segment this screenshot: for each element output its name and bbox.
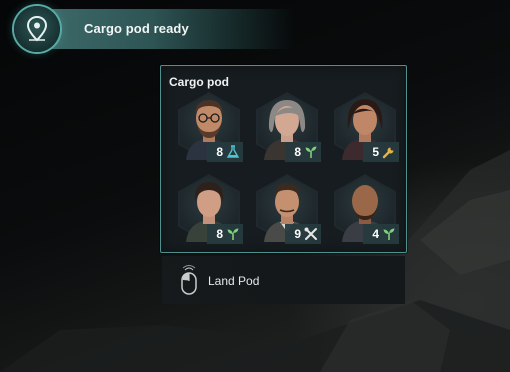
crew-member-5[interactable]: 9 [248,172,324,246]
notification-banner[interactable]: Cargo pod ready [14,6,294,52]
flask-icon [226,145,240,158]
skill-level: 8 [216,145,223,159]
crew-member-4[interactable]: 8 [170,172,246,246]
land-pod-label: Land Pod [208,274,260,288]
skill-badge: 5 [363,142,399,162]
land-pod-action[interactable]: Land Pod [162,256,405,304]
skill-level: 8 [294,145,301,159]
plant-icon [227,228,239,240]
crew-member-1[interactable]: 8 [170,90,246,164]
skill-badge: 8 [285,142,321,162]
panel-title: Cargo pod [169,75,229,89]
crew-member-6[interactable]: 4 [326,172,402,246]
skill-level: 9 [294,227,301,241]
map-pin-icon[interactable] [14,6,60,52]
plant-icon [383,228,395,240]
crew-member-3[interactable]: 5 [326,90,402,164]
mouse-left-click-icon [181,265,197,295]
wrench-icon [382,147,394,159]
cargo-pod-panel: Cargo pod 8 8 5 8 9 4 [160,65,407,253]
skill-level: 5 [372,145,379,159]
crew-member-2[interactable]: 8 [248,90,324,164]
skill-level: 4 [372,227,379,241]
skill-badge: 8 [207,142,243,162]
notification-text: Cargo pod ready [84,21,189,36]
skill-level: 8 [216,227,223,241]
skill-badge: 9 [285,224,321,244]
skill-badge: 4 [363,224,399,244]
plant-icon [305,146,317,158]
tools-icon [304,227,317,240]
skill-badge: 8 [207,224,243,244]
